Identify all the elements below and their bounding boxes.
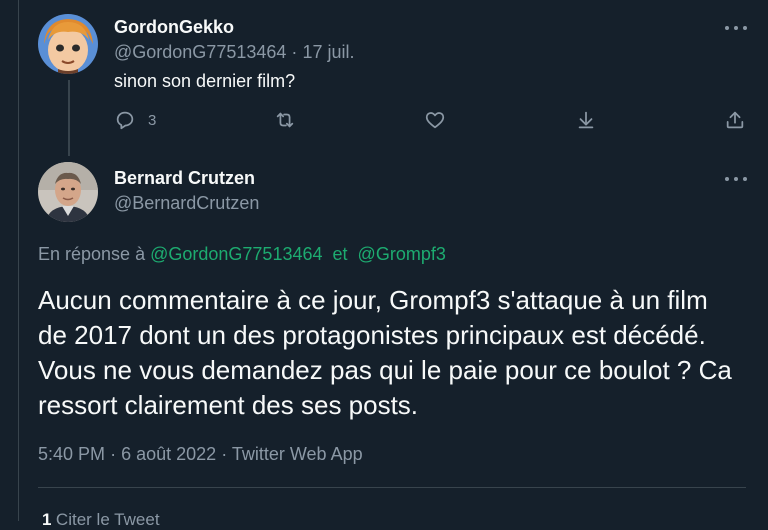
main-tweet-text: Aucun commentaire à ce jour, Grompf3 s'a… xyxy=(38,285,732,420)
heart-icon xyxy=(425,112,445,129)
quote-label: Citer le Tweet xyxy=(55,510,160,529)
reply-text: sinon son dernier film? xyxy=(114,71,296,91)
retweet-icon xyxy=(276,112,294,128)
reply-handle[interactable]: @GordonG77513464 xyxy=(114,42,286,62)
mention-grompf3[interactable]: @Grompf3 xyxy=(358,244,446,264)
main-display-name[interactable]: Bernard Crutzen xyxy=(114,168,255,189)
main-more-options-icon[interactable] xyxy=(725,173,747,185)
mention-and: et xyxy=(332,244,348,264)
tweet-date[interactable]: 6 août 2022 xyxy=(121,444,216,464)
reply-date[interactable]: 17 juil. xyxy=(302,42,354,62)
quote-count: 1 xyxy=(42,510,52,529)
comment-icon xyxy=(116,111,134,130)
reply-handle-line: @GordonG77513464 · 17 juil. xyxy=(114,42,354,63)
reply-count: 3 xyxy=(148,111,157,129)
like-button[interactable] xyxy=(424,109,446,131)
arrow-down-icon xyxy=(578,111,594,129)
bernard-avatar[interactable] xyxy=(38,162,98,222)
meta-dot-2: · xyxy=(221,444,228,464)
tweet-source[interactable]: Twitter Web App xyxy=(232,444,363,464)
tweet-meta: 5:40 PM · 6 août 2022 · Twitter Web App xyxy=(38,444,363,465)
thread-connector-line xyxy=(68,80,70,156)
retweet-button[interactable] xyxy=(274,109,296,131)
reply-to-prefix: En réponse à xyxy=(38,244,146,264)
stats-divider xyxy=(38,487,746,488)
share-icon xyxy=(726,111,744,129)
main-handle[interactable]: @BernardCrutzen xyxy=(114,193,259,214)
mention-gordon[interactable]: @GordonG77513464 xyxy=(150,244,322,264)
column-border xyxy=(18,0,19,521)
download-button[interactable] xyxy=(575,109,597,131)
meta-dot-1: · xyxy=(110,444,117,464)
person-photo-avatar-icon xyxy=(38,162,98,222)
reply-separator: · xyxy=(291,42,298,62)
tweet-time[interactable]: 5:40 PM xyxy=(38,444,105,464)
share-button[interactable] xyxy=(724,109,746,131)
gordongekko-avatar[interactable] xyxy=(38,14,98,74)
reply-comment-button[interactable]: 3 xyxy=(114,109,156,131)
cartoon-avatar-icon xyxy=(38,14,98,74)
reply-display-name[interactable]: GordonGekko xyxy=(114,17,234,38)
reply-more-options-icon[interactable] xyxy=(725,22,747,34)
quote-tweets-stat[interactable]: 1 Citer le Tweet xyxy=(42,510,160,530)
reply-to-line: En réponse à @GordonG77513464 et @Grompf… xyxy=(38,244,446,265)
